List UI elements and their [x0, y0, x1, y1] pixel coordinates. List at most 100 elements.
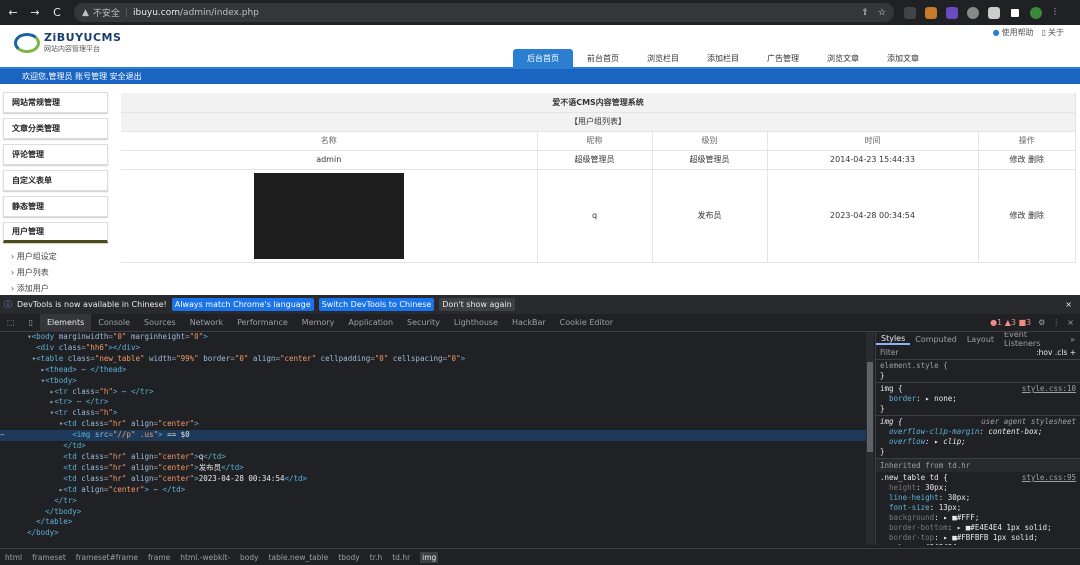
- avatar[interactable]: [1030, 6, 1042, 19]
- crumb-item[interactable]: frame: [148, 553, 170, 562]
- tab-sources[interactable]: Sources: [137, 314, 183, 332]
- style-rule[interactable]: img {style.css:10 border: ▸ none; }: [876, 383, 1080, 416]
- tab-front-home[interactable]: 前台首页: [573, 49, 633, 67]
- style-rule[interactable]: .new_table td {style.css:95 height: 30px…: [876, 472, 1080, 545]
- dom-line[interactable]: ▾<td class="hr" align="center">: [0, 419, 866, 430]
- inspect-icon[interactable]: ⬚: [0, 314, 22, 332]
- style-rule[interactable]: element.style { }: [876, 360, 1080, 383]
- help-link[interactable]: ● 使用帮助: [993, 27, 1034, 38]
- cell-actions[interactable]: 修改 删除: [978, 150, 1076, 170]
- sidebar-item-categories[interactable]: 文章分类管理: [3, 118, 108, 139]
- share-icon[interactable]: ⇪: [861, 8, 869, 18]
- sidebar-item-static[interactable]: 静态管理: [3, 196, 108, 217]
- tab-styles[interactable]: Styles: [876, 334, 911, 345]
- dom-line-selected[interactable]: ⋯ <img src="//p" .us"> == $0: [0, 430, 866, 442]
- dom-line[interactable]: ▾<body marginwidth="0" marginheight="0">: [0, 332, 866, 343]
- address-bar[interactable]: ▲ 不安全 | ibuyu.com/admin/index.php ⇪ ☆: [74, 3, 894, 22]
- dont-show-button[interactable]: Don't show again: [439, 298, 515, 311]
- dom-line[interactable]: ▸<td align="center"> ⋯ </td>: [0, 485, 866, 496]
- dom-line[interactable]: ▸<tr> ⋯ </tr>: [0, 397, 866, 408]
- crumb-item[interactable]: html: [5, 553, 22, 562]
- tab-application[interactable]: Application: [341, 314, 400, 332]
- crumb-item[interactable]: frameset#frame: [76, 553, 138, 562]
- dom-line[interactable]: </tbody>: [0, 507, 866, 518]
- tab-event-listeners[interactable]: Event Listeners: [999, 332, 1065, 348]
- extension-icon-3[interactable]: [946, 6, 958, 19]
- close-icon[interactable]: ×: [1065, 300, 1072, 309]
- sidebar-sub-add-user[interactable]: › 添加用户: [3, 280, 108, 295]
- forward-button[interactable]: →: [26, 4, 44, 22]
- crumb-item[interactable]: tr.h: [370, 553, 382, 562]
- crumb-item[interactable]: table.new_table: [269, 553, 329, 562]
- tab-admin-home[interactable]: 后台首页: [513, 49, 573, 67]
- dom-line[interactable]: </td>: [0, 441, 866, 452]
- styles-filter[interactable]: Filter :hov .cls +: [876, 346, 1080, 360]
- crumb-item[interactable]: html.-webkit-: [180, 553, 230, 562]
- extension-icon-1[interactable]: [904, 6, 916, 19]
- tab-lighthouse[interactable]: Lighthouse: [447, 314, 505, 332]
- cell-actions[interactable]: 修改 删除: [978, 169, 1076, 263]
- dom-line[interactable]: <td class="hr" align="center">2023-04-28…: [0, 474, 866, 485]
- settings-gear-icon[interactable]: ⚙: [1038, 318, 1045, 327]
- dom-line[interactable]: <td class="hr" align="center">发布员</td>: [0, 463, 866, 474]
- sidebar-sub-groups[interactable]: › 用户组设定: [3, 248, 108, 264]
- more-icon[interactable]: ⋮: [1052, 318, 1060, 327]
- devtools-close-icon[interactable]: ×: [1067, 318, 1074, 327]
- bookmark-star-icon[interactable]: ☆: [878, 8, 886, 18]
- crumb-item[interactable]: tbody: [338, 553, 360, 562]
- tab-cookie-editor[interactable]: Cookie Editor: [553, 314, 620, 332]
- tab-console[interactable]: Console: [91, 314, 137, 332]
- elements-tree[interactable]: ▾<body marginwidth="0" marginheight="0">…: [0, 332, 866, 545]
- back-button[interactable]: ←: [4, 4, 22, 22]
- elements-scrollbar[interactable]: [866, 332, 874, 545]
- tab-security[interactable]: Security: [400, 314, 447, 332]
- tab-performance[interactable]: Performance: [230, 314, 295, 332]
- about-link[interactable]: ▯ 关于: [1042, 27, 1064, 38]
- tab-browse-columns[interactable]: 浏览栏目: [633, 49, 693, 67]
- crumb-item-selected[interactable]: img: [420, 551, 439, 563]
- crumb-item[interactable]: frameset: [32, 553, 66, 562]
- tab-ads[interactable]: 广告管理: [753, 49, 813, 67]
- sidebar-item-comments[interactable]: 评论管理: [3, 144, 108, 165]
- dom-line[interactable]: ▾<tbody>: [0, 376, 866, 387]
- sidebar-item-general[interactable]: 网站常规管理: [3, 92, 108, 113]
- more-tabs-icon[interactable]: »: [1065, 335, 1080, 344]
- tab-elements[interactable]: Elements: [39, 313, 92, 332]
- dom-line[interactable]: </tr>: [0, 496, 866, 507]
- dom-line[interactable]: ▸<tr class="h"> ⋯ </tr>: [0, 387, 866, 398]
- tab-computed[interactable]: Computed: [910, 335, 962, 344]
- sidebar-sub-user-list[interactable]: › 用户列表: [3, 264, 108, 280]
- style-rule[interactable]: img {user agent stylesheet overflow-clip…: [876, 416, 1080, 459]
- dom-line[interactable]: ▸<thead> ⋯ </thead>: [0, 365, 866, 376]
- sidebar-item-users[interactable]: 用户管理: [3, 222, 108, 243]
- tab-memory[interactable]: Memory: [295, 314, 342, 332]
- puzzle-icon[interactable]: [988, 6, 1000, 19]
- extension-icon-2[interactable]: [925, 6, 937, 19]
- match-language-button[interactable]: Always match Chrome's language: [171, 298, 314, 311]
- dom-line[interactable]: </body>: [0, 528, 866, 539]
- dom-line[interactable]: <div class="hh6"></div>: [0, 343, 866, 354]
- tab-add-article[interactable]: 添加文章: [873, 49, 933, 67]
- menu-icon[interactable]: ⋮: [1051, 7, 1059, 19]
- switch-chinese-button[interactable]: Switch DevTools to Chinese: [318, 298, 435, 311]
- tab-browse-articles[interactable]: 浏览文章: [813, 49, 873, 67]
- tab-layout[interactable]: Layout: [962, 335, 999, 344]
- tab-add-column[interactable]: 添加栏目: [693, 49, 753, 67]
- tab-network[interactable]: Network: [183, 314, 230, 332]
- dom-line[interactable]: ▾<tr class="h">: [0, 408, 866, 419]
- dom-line[interactable]: ▾<table class="new_table" width="99%" bo…: [0, 354, 866, 365]
- scroll-thumb[interactable]: [867, 362, 873, 452]
- dom-line[interactable]: <td class="hr" align="center">q</td>: [0, 452, 866, 463]
- reload-button[interactable]: C: [48, 4, 66, 22]
- crumb-item[interactable]: td.hr: [392, 553, 410, 562]
- issue-badges[interactable]: ●1 ▲3 ■3: [990, 318, 1031, 327]
- sidepanel-icon[interactable]: [1009, 6, 1021, 19]
- filter-toolbar[interactable]: :hov .cls +: [1036, 348, 1080, 357]
- welcome-bar[interactable]: 欢迎您,管理员 账号管理 安全退出: [0, 67, 1080, 84]
- device-icon[interactable]: ▯: [22, 314, 40, 332]
- tab-hackbar[interactable]: HackBar: [505, 314, 553, 332]
- sidebar-item-forms[interactable]: 自定义表单: [3, 170, 108, 191]
- extension-gear-icon[interactable]: [967, 6, 979, 19]
- dom-line[interactable]: </table>: [0, 517, 866, 528]
- crumb-item[interactable]: body: [240, 553, 259, 562]
